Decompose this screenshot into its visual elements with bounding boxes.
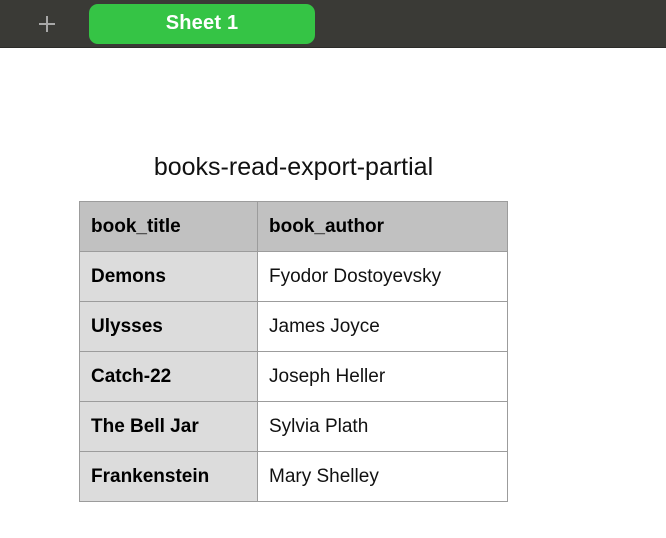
table-row: Demons Fyodor Dostoyevsky (79, 251, 508, 302)
column-header-book-author: book_author (257, 201, 508, 252)
table-header-row: book_title book_author (79, 201, 508, 252)
cell-book-title: Frankenstein (79, 451, 258, 502)
tab-sheet-1-label: Sheet 1 (165, 12, 239, 34)
page-title: books-read-export-partial (153, 153, 434, 181)
cell-book-title: Demons (79, 251, 258, 302)
cell-book-title: Ulysses (79, 301, 258, 352)
table-row: The Bell Jar Sylvia Plath (79, 401, 508, 452)
sheet-tab-bar: Sheet 1 (0, 0, 666, 48)
table-header: book_title book_author (79, 201, 508, 252)
table-row: Ulysses James Joyce (79, 301, 508, 352)
table-row: Catch-22 Joseph Heller (79, 351, 508, 402)
tab-sheet-1[interactable]: Sheet 1 (89, 3, 315, 44)
add-sheet-button[interactable] (29, 6, 65, 42)
cell-book-author: Sylvia Plath (257, 401, 508, 452)
table-row: Frankenstein Mary Shelley (79, 451, 508, 502)
cell-book-author: Mary Shelley (257, 451, 508, 502)
plus-icon (35, 12, 59, 36)
books-data-table: book_title book_author Demons Fyodor Dos… (79, 201, 508, 502)
column-header-book-title: book_title (79, 201, 258, 252)
cell-book-title: The Bell Jar (79, 401, 258, 452)
cell-book-author: Joseph Heller (257, 351, 508, 402)
cell-book-author: James Joyce (257, 301, 508, 352)
cell-book-author: Fyodor Dostoyevsky (257, 251, 508, 302)
cell-book-title: Catch-22 (79, 351, 258, 402)
table-body: Demons Fyodor Dostoyevsky Ulysses James … (79, 251, 508, 502)
sheet-content-area: books-read-export-partial book_title boo… (0, 48, 666, 538)
